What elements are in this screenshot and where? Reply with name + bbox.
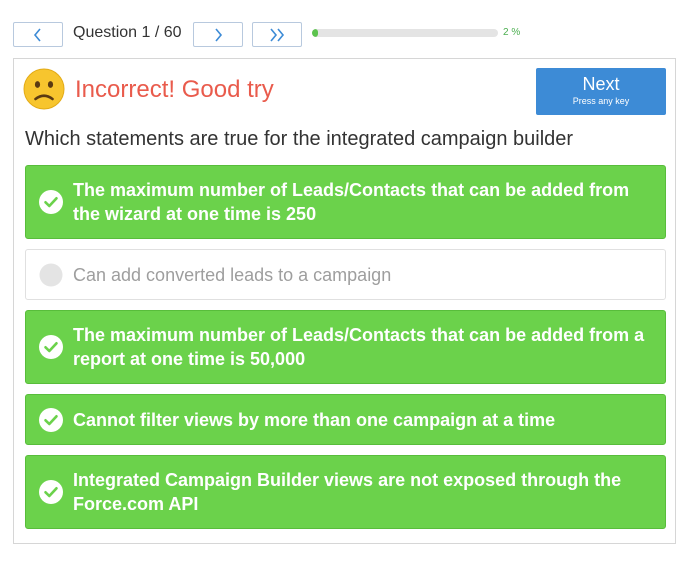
check-circle-icon	[39, 407, 63, 432]
answer-option[interactable]: The maximum number of Leads/Contacts tha…	[25, 310, 666, 384]
next-button-label: Next	[582, 74, 620, 94]
unselected-radio-icon	[39, 263, 63, 286]
answer-text: The maximum number of Leads/Contacts tha…	[73, 325, 645, 369]
double-chevron-right-icon	[270, 27, 285, 42]
answer-text: Can add converted leads to a campaign	[73, 264, 392, 285]
answer-option[interactable]: Can add converted leads to a campaign	[25, 249, 666, 300]
answer-option[interactable]: The maximum number of Leads/Contacts tha…	[25, 165, 666, 239]
chevron-right-icon	[215, 27, 223, 42]
answer-text: Cannot filter views by more than one cam…	[73, 409, 556, 430]
question-counter: Question 1 / 60	[73, 24, 182, 41]
question-text: Which statements are true for the integr…	[25, 128, 574, 150]
check-circle-icon	[39, 190, 63, 214]
next-button[interactable]: Next Press any key	[536, 68, 666, 115]
answer-option[interactable]: Integrated Campaign Builder views are no…	[25, 455, 666, 529]
sad-face-icon	[23, 68, 65, 110]
progress-bar	[312, 29, 498, 37]
answer-text: The maximum number of Leads/Contacts tha…	[73, 180, 630, 224]
last-question-button[interactable]	[252, 22, 302, 47]
next-button-hint: Press any key	[572, 96, 630, 106]
result-title: Incorrect! Good try	[75, 76, 274, 103]
progress-percent: 2 %	[503, 27, 521, 38]
answer-option[interactable]: Cannot filter views by more than one cam…	[25, 394, 666, 445]
answer-text: Integrated Campaign Builder views are no…	[73, 470, 622, 514]
previous-question-button[interactable]	[13, 22, 63, 47]
check-circle-icon	[39, 335, 63, 359]
quiz-toolbar: Question 1 / 60 2 %	[0, 0, 697, 58]
next-question-button[interactable]	[193, 22, 243, 47]
check-circle-icon	[39, 480, 63, 504]
progress-bar-fill	[312, 29, 318, 37]
question-card: Incorrect! Good try Next Press any key W…	[13, 58, 676, 544]
chevron-left-icon	[33, 27, 41, 42]
